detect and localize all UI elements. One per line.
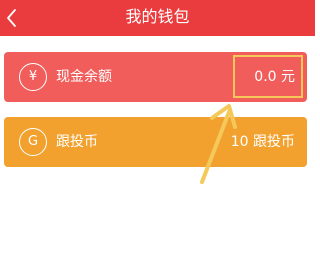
follow-coin-row[interactable]: G 跟投币 10 跟投币 <box>4 117 307 167</box>
follow-coin-value: 10 跟投币 <box>230 134 295 150</box>
follow-coin-label: 跟投币 <box>56 134 98 150</box>
yuan-icon: ¥ <box>19 63 47 91</box>
coin-g-icon: G <box>19 128 47 156</box>
highlight-annotation-box <box>233 55 303 98</box>
cash-balance-label: 现金余额 <box>56 69 112 85</box>
page-title: 我的钱包 <box>125 7 190 26</box>
top-bar: 我的钱包 <box>0 0 315 36</box>
